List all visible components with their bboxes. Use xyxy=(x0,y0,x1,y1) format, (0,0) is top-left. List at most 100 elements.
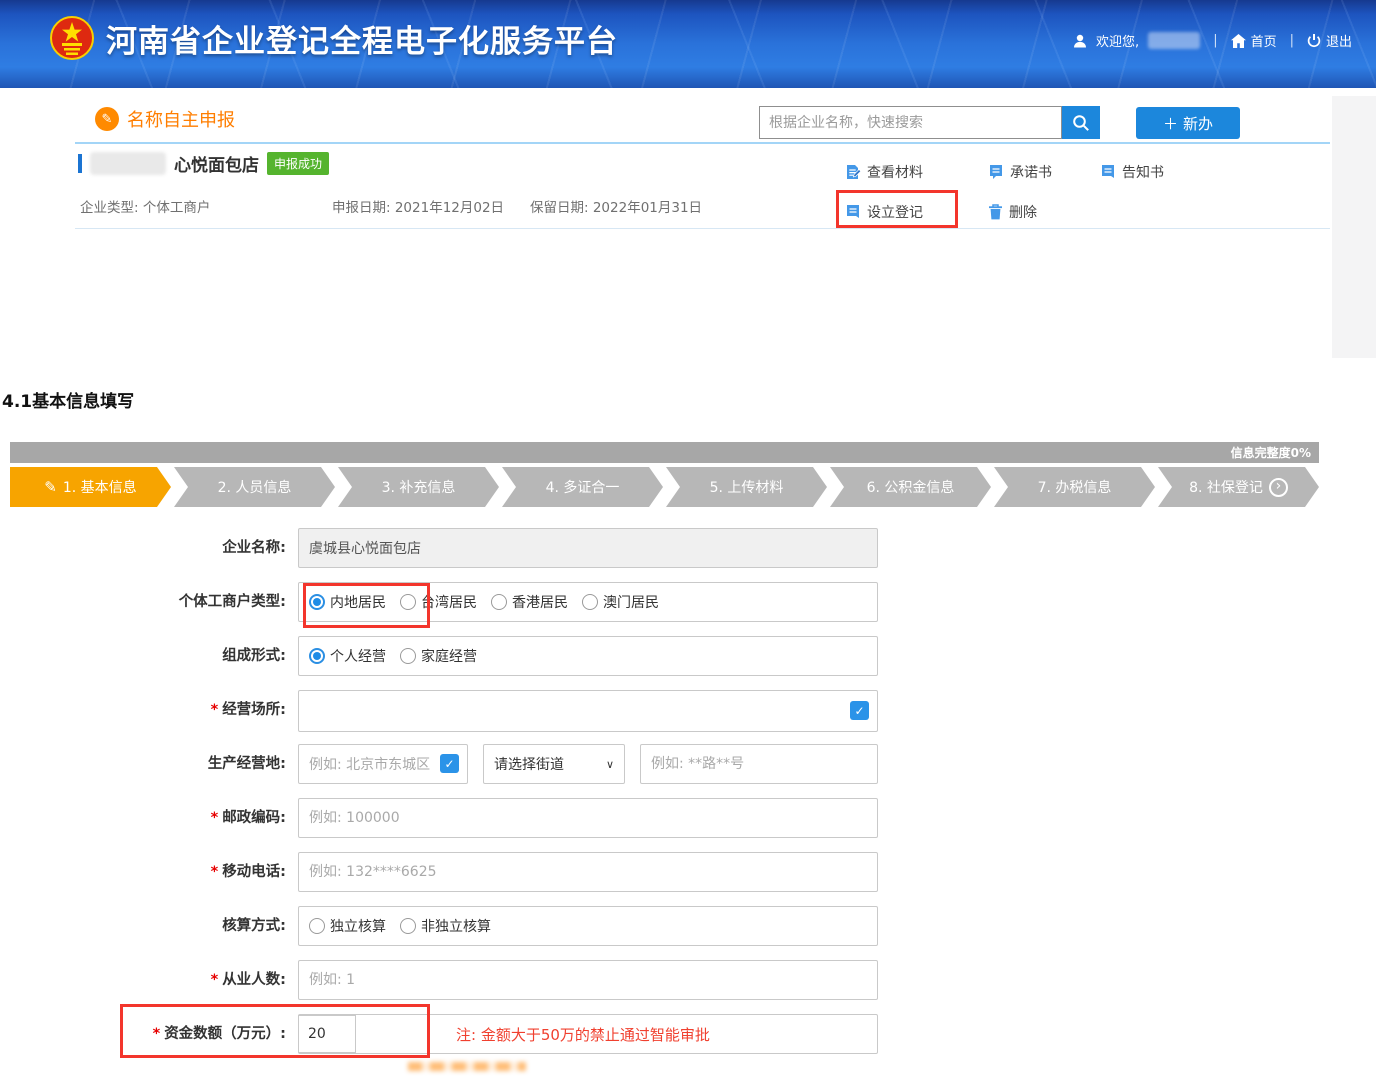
welcome-text: 欢迎您, xyxy=(1096,31,1139,50)
declare-edit-icon: ✎ xyxy=(95,107,119,131)
business-site-field[interactable]: ✓ xyxy=(298,690,878,732)
site-header: 河南省企业登记全程电子化服务平台 欢迎您, | 首页 | 退出 xyxy=(0,0,1376,88)
view-materials-link[interactable]: 查看材料 xyxy=(845,162,923,182)
section-divider xyxy=(75,142,1330,144)
radio-independent-accounting[interactable]: 独立核算 xyxy=(309,916,386,936)
company-name-field[interactable] xyxy=(298,528,878,568)
register-doc-icon xyxy=(845,204,861,220)
commitment-letter-link[interactable]: 承诺书 xyxy=(988,162,1052,182)
notice-doc-icon xyxy=(1100,164,1116,180)
tab-multi-certificate[interactable]: 4. 多证合一 xyxy=(502,467,663,507)
doc-edit-icon xyxy=(845,164,861,180)
cutoff-blur-fragment xyxy=(408,1062,526,1071)
record-reserve-date: 保留日期: 2022年01月31日 xyxy=(530,196,702,216)
household-type-group: 内地居民 台湾居民 香港居民 澳门居民 xyxy=(298,582,878,622)
status-badge: 申报成功 xyxy=(267,152,329,175)
field-label: 组成形式: xyxy=(0,636,298,676)
form-row-company-name: 企业名称: xyxy=(0,528,878,568)
radio-icon xyxy=(309,918,325,934)
postal-code-field[interactable] xyxy=(298,798,878,838)
power-icon xyxy=(1307,34,1321,48)
radio-icon xyxy=(582,594,598,610)
record-type: 企业类型: 个体工商户 xyxy=(80,196,332,216)
home-link[interactable]: 首页 xyxy=(1231,31,1277,50)
field-label: *经营场所: xyxy=(0,690,298,730)
notice-letter-link[interactable]: 告知书 xyxy=(1100,162,1164,182)
record-title: 心悦面包店 申报成功 xyxy=(78,150,329,176)
promise-doc-icon xyxy=(988,164,1004,180)
form-row-business-site: *经营场所: ✓ xyxy=(0,690,878,732)
form-row-household-type: 个体工商户类型: 内地居民 台湾居民 香港居民 澳门居民 xyxy=(0,582,878,622)
completeness-label: 信息完整度0% xyxy=(1231,444,1311,461)
redacted-username xyxy=(1148,32,1200,49)
form-row-accounting: 核算方式: 独立核算 非独立核算 xyxy=(0,906,878,946)
tab-social-security[interactable]: 8. 社保登记 › xyxy=(1158,467,1319,507)
delete-link[interactable]: 删除 xyxy=(988,202,1037,222)
chevron-down-icon: ∨ xyxy=(606,758,614,771)
redacted-company-prefix xyxy=(90,152,166,175)
radio-icon xyxy=(400,918,416,934)
page-title: 河南省企业登记全程电子化服务平台 xyxy=(106,16,618,61)
section-title: ✎ 名称自主申报 xyxy=(95,106,235,132)
radio-checked-icon xyxy=(309,648,325,664)
establishment-registration-link[interactable]: 设立登记 xyxy=(845,202,923,222)
field-label: *移动电话: xyxy=(0,852,298,892)
company-name: 心悦面包店 xyxy=(174,151,259,176)
completeness-bar: 信息完整度0% xyxy=(10,442,1319,463)
form-row-production-site: 生产经营地: 例如: 北京市东城区 ✓ 请选择街道 ∨ xyxy=(0,744,878,784)
radio-non-independent-accounting[interactable]: 非独立核算 xyxy=(400,916,491,936)
national-emblem-icon xyxy=(50,15,94,61)
radio-checked-icon xyxy=(309,594,325,610)
capital-amount-field[interactable] xyxy=(298,1015,356,1053)
tab-basic-info[interactable]: ✎ 1. 基本信息 xyxy=(10,467,171,507)
tab-tax-info[interactable]: 7. 办税信息 xyxy=(994,467,1155,507)
tab-personnel-info[interactable]: 2. 人员信息 xyxy=(174,467,335,507)
field-label: 生产经营地: xyxy=(0,744,298,784)
field-label: 核算方式: xyxy=(0,906,298,946)
radio-hongkong-resident[interactable]: 香港居民 xyxy=(491,592,568,612)
step-wizard: ✎ 1. 基本信息 2. 人员信息 3. 补充信息 4. 多证合一 5. 上传材… xyxy=(10,467,1319,507)
capital-field-wrap: 注: 金额大于50万的禁止通过智能审批 xyxy=(298,1014,878,1054)
new-declaration-button[interactable]: ＋ 新办 xyxy=(1136,107,1240,139)
street-select[interactable]: 请选择街道 ∨ xyxy=(483,744,625,784)
radio-icon xyxy=(400,648,416,664)
district-field[interactable]: 例如: 北京市东城区 ✓ xyxy=(298,744,468,784)
tab-supplementary-info[interactable]: 3. 补充信息 xyxy=(338,467,499,507)
logout-link[interactable]: 退出 xyxy=(1307,31,1352,50)
radio-individual-operation[interactable]: 个人经营 xyxy=(309,646,386,666)
separator: | xyxy=(1290,33,1294,48)
form-row-capital: *资金数额（万元）: 注: 金额大于50万的禁止通过智能审批 xyxy=(0,1014,878,1054)
field-label: *从业人数: xyxy=(0,960,298,1000)
detail-address-field[interactable] xyxy=(640,744,878,784)
accounting-group: 独立核算 非独立核算 xyxy=(298,906,878,946)
tab-housing-fund-info[interactable]: 6. 公积金信息 xyxy=(830,467,991,507)
radio-mainland-resident[interactable]: 内地居民 xyxy=(309,592,386,612)
composition-group: 个人经营 家庭经营 xyxy=(298,636,878,676)
more-steps-icon[interactable]: › xyxy=(1269,478,1288,497)
record-meta: 企业类型: 个体工商户 申报日期: 2021年12月02日 保留日期: 2022… xyxy=(80,196,702,216)
search-button[interactable] xyxy=(1062,106,1100,139)
radio-macau-resident[interactable]: 澳门居民 xyxy=(582,592,659,612)
user-icon xyxy=(1073,34,1087,48)
capital-note: 注: 金额大于50万的禁止通过智能审批 xyxy=(456,1024,710,1045)
form-row-employees: *从业人数: xyxy=(0,960,878,1000)
home-icon xyxy=(1231,34,1246,48)
search-input[interactable] xyxy=(759,106,1062,139)
tab-upload-materials[interactable]: 5. 上传材料 xyxy=(666,467,827,507)
radio-taiwan-resident[interactable]: 台湾居民 xyxy=(400,592,477,612)
pencil-icon: ✎ xyxy=(44,478,57,496)
form-row-mobile: *移动电话: xyxy=(0,852,878,892)
address-picker-icon[interactable]: ✓ xyxy=(850,701,869,720)
radio-family-operation[interactable]: 家庭经营 xyxy=(400,646,477,666)
record-declare-date: 申报日期: 2021年12月02日 xyxy=(332,196,530,216)
mobile-phone-field[interactable] xyxy=(298,852,878,892)
employee-count-field[interactable] xyxy=(298,960,878,1000)
form-row-postal-code: *邮政编码: xyxy=(0,798,878,838)
district-picker-icon[interactable]: ✓ xyxy=(440,754,459,773)
doc-section-heading: 4.1基本信息填写 xyxy=(2,387,134,412)
field-label: 个体工商户类型: xyxy=(0,582,298,622)
radio-icon xyxy=(491,594,507,610)
field-label: *资金数额（万元）: xyxy=(0,1014,298,1054)
radio-icon xyxy=(400,594,416,610)
form-row-composition: 组成形式: 个人经营 家庭经营 xyxy=(0,636,878,676)
